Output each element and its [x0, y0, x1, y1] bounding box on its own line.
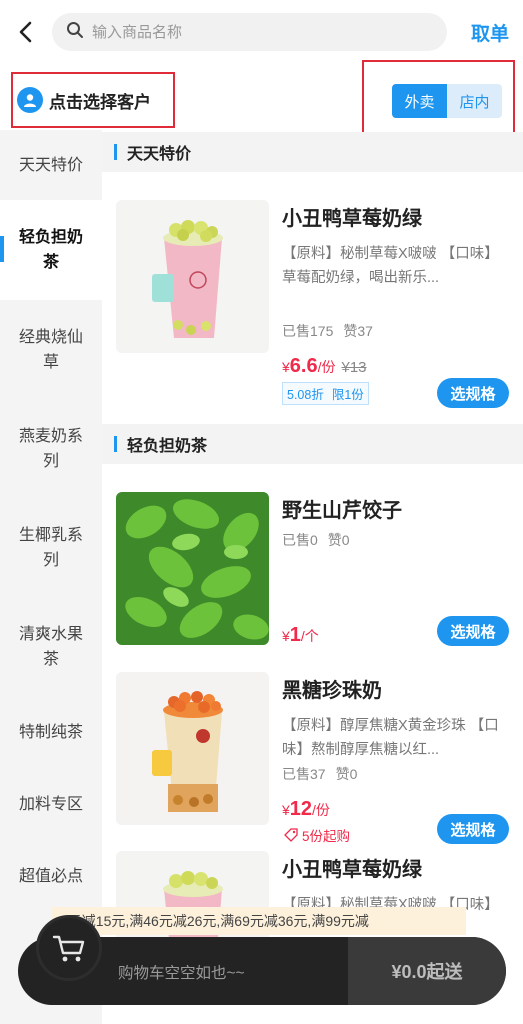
price-symbol: ¥ [282, 802, 290, 818]
select-spec-button[interactable]: 选规格 [437, 378, 509, 408]
sidebar-item-pure-tea[interactable]: 特制纯茶 [0, 696, 102, 768]
search-icon [66, 21, 84, 44]
sidebar-item-toppings[interactable]: 加料专区 [0, 768, 102, 840]
price-value: 6.6 [289, 355, 318, 377]
mode-dinein-button[interactable]: 店内 [447, 84, 502, 118]
price-unit: /份 [312, 802, 330, 818]
discount-tag: 5.08折 限1份 [282, 382, 369, 405]
section-bar [114, 436, 117, 452]
product-card[interactable]: 小丑鸭草莓奶绿 【原料】秘制草莓X啵啵 【口味】草莓配奶绿，喝出新乐... 已售… [102, 172, 523, 408]
cart-icon[interactable] [36, 915, 102, 981]
sidebar-item-grass-jelly[interactable]: 经典烧仙草 [0, 300, 102, 399]
like-count: 赞0 [327, 532, 350, 548]
price-unit: /份 [317, 359, 336, 375]
price-value: 12 [289, 798, 313, 820]
section-title: 轻负担奶茶 [127, 438, 208, 455]
sidebar-item-daily-special[interactable]: 天天特价 [0, 130, 102, 200]
product-price: ¥12/份 [282, 798, 330, 821]
back-icon[interactable] [12, 18, 40, 46]
original-price: ¥13 [341, 359, 367, 376]
product-name: 小丑鸭草莓奶绿 [282, 208, 422, 230]
price-symbol: ¥ [282, 359, 290, 375]
select-customer-button[interactable]: 点击选择客户 [11, 72, 175, 128]
product-stats: 已售0 赞0 [282, 530, 360, 550]
product-stats: 已售175 赞37 [282, 321, 383, 341]
category-sidebar: 天天特价 轻负担奶茶 经典烧仙草 燕麦奶系列 生椰乳系列 清爽水果茶 特制纯茶 … [0, 130, 102, 1024]
sold-count: 已售175 [282, 323, 334, 339]
like-count: 赞37 [343, 323, 373, 339]
like-count: 赞0 [335, 766, 358, 782]
product-card[interactable]: 野生山芹饺子 已售0 赞0 ¥1/个 选规格 [102, 464, 523, 646]
product-image [116, 200, 269, 353]
product-image [116, 492, 269, 645]
promotion-banner: 5元减15元,满46元减26元,满69元减36元,满99元减 [52, 907, 466, 935]
select-spec-button[interactable]: 选规格 [437, 616, 509, 646]
sidebar-item-light-milk-tea[interactable]: 轻负担奶茶 [0, 200, 102, 300]
product-description: 【原料】醇厚焦糖X黄金珍珠 【口味】熬制醇厚焦糖以红... [282, 718, 499, 758]
discount-rate: 5.08折 [287, 388, 324, 402]
sidebar-item-coconut-milk[interactable]: 生椰乳系列 [0, 498, 102, 597]
sidebar-item-value-picks[interactable]: 超值必点 [0, 840, 102, 912]
user-icon [17, 87, 43, 113]
product-description: 【原料】秘制草莓X啵啵 【口味】草莓配奶绿，喝出新乐... [282, 246, 499, 286]
product-name: 黑糖珍珠奶 [282, 680, 382, 702]
order-mode-toggle: 外卖 店内 [392, 84, 502, 118]
product-image [116, 672, 269, 825]
product-name: 野生山芹饺子 [282, 500, 402, 522]
product-stats: 已售37 赞0 [282, 764, 367, 784]
section-title: 天天特价 [127, 146, 192, 163]
section-header: 轻负担奶茶 [102, 424, 523, 464]
search-input[interactable] [92, 23, 412, 41]
take-order-link[interactable]: 取单 [471, 19, 509, 46]
price-unit: /个 [300, 628, 319, 644]
select-customer-label: 点击选择客户 [49, 92, 151, 112]
product-price: ¥6.6/份 ¥13 [282, 355, 367, 378]
section-bar [114, 144, 117, 160]
cart-empty-text: 购物车空空如也~~ [118, 965, 245, 982]
price-value: 1 [289, 624, 301, 646]
product-name: 小丑鸭草莓奶绿 [282, 859, 422, 881]
sold-count: 已售37 [282, 766, 326, 782]
top-bar: 取单 [0, 0, 523, 64]
checkout-button[interactable]: ¥0.0起送 [348, 937, 506, 1005]
price-symbol: ¥ [282, 628, 290, 644]
search-bar[interactable] [52, 13, 447, 51]
section-header: 天天特价 [102, 132, 523, 172]
purchase-limit: 限1份 [331, 388, 364, 402]
product-list: 天天特价 小丑鸭草莓奶绿 【原料】秘制草莓X啵啵 【口味】草莓配奶绿，喝出新乐.… [102, 130, 523, 1024]
mode-takeout-button[interactable]: 外卖 [392, 84, 447, 118]
product-card[interactable]: 黑糖珍珠奶 【原料】醇厚焦糖X黄金珍珠 【口味】熬制醇厚焦糖以红... 已售37… [102, 644, 523, 844]
sidebar-item-oat-milk[interactable]: 燕麦奶系列 [0, 399, 102, 498]
sold-count: 已售0 [282, 532, 318, 548]
sidebar-item-fruit-tea[interactable]: 清爽水果茶 [0, 597, 102, 696]
